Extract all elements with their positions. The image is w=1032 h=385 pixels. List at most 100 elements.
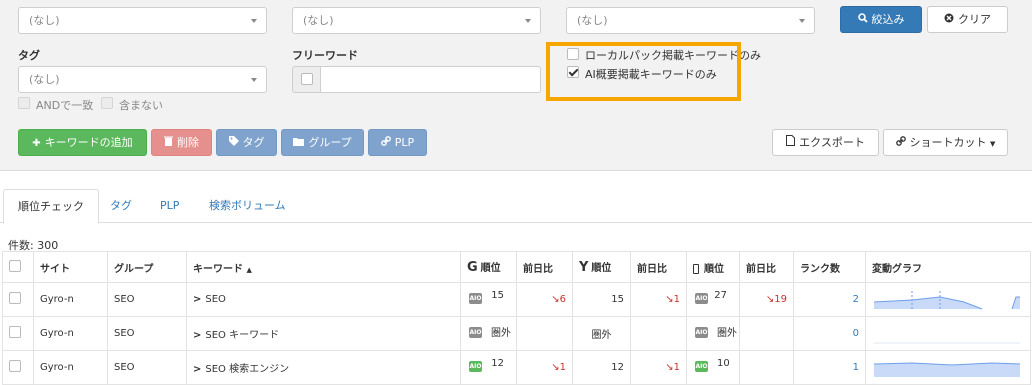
file-icon <box>786 131 796 156</box>
ai-overview-badge: AIO <box>695 327 708 338</box>
row-google-prev: ↘1 <box>516 350 573 385</box>
tab-search-volume[interactable]: 検索ボリューム <box>195 189 300 223</box>
mobile-rank-value: 10 <box>717 358 730 369</box>
tab-rank-check[interactable]: 順位チェック <box>3 189 99 224</box>
filter-panel: (なし) (なし) (なし) 絞込み クリア タグ (なし) フリーワード ロー… <box>0 0 1032 171</box>
mobile-icon <box>693 263 699 274</box>
row-rank-count[interactable]: 0 <box>793 316 866 351</box>
row-graph <box>865 282 1031 317</box>
add-keyword-button[interactable]: ✚ キーワードの追加 <box>18 129 147 156</box>
col-mobile-prev[interactable]: 前日比 <box>739 251 794 283</box>
row-mobile-rank: AIO 10 <box>686 350 740 385</box>
plp-button[interactable]: PLP <box>368 129 427 156</box>
site-select-value: (なし) <box>29 14 60 27</box>
row-keyword-text: SEO キーワード <box>205 330 280 341</box>
row-group: SEO <box>107 350 187 385</box>
chevron-down-icon <box>525 19 531 23</box>
link-icon <box>895 131 906 156</box>
row-keyword-text: SEO 検索エンジン <box>205 364 290 375</box>
tag-label: タグ <box>18 49 40 62</box>
clear-button-label: クリア <box>958 13 991 26</box>
tab-tag[interactable]: タグ <box>96 189 146 223</box>
tag-button-label: タグ <box>242 136 265 149</box>
table-row[interactable]: Gyro-n SEO > SEO 検索エンジン AIO 12 ↘1 12 ↘1 AI… <box>2 350 1031 385</box>
row-rank-count[interactable]: 1 <box>793 350 866 385</box>
tag-icon <box>228 131 239 156</box>
col-keyword[interactable]: キーワード ▲ <box>186 251 461 283</box>
row-keyword[interactable]: > SEO キーワード <box>186 316 461 351</box>
chevron-down-icon <box>799 19 805 23</box>
google-rank-value: 15 <box>491 290 504 301</box>
and-match-checkbox[interactable] <box>18 97 30 109</box>
search-button[interactable]: 絞込み <box>840 6 922 33</box>
delete-label: 削除 <box>177 136 199 149</box>
row-checkbox[interactable] <box>9 360 21 372</box>
group-select[interactable]: (なし) <box>292 7 541 34</box>
table-row[interactable]: Gyro-n SEO > SEO AIO 15 ↘6 15 ↘1 AIO 27 ↘19… <box>2 282 1031 317</box>
ai-overview-badge: AIO <box>469 361 482 372</box>
mobile-rank-value: 27 <box>714 290 727 301</box>
row-google-rank: AIO 12 <box>460 350 517 385</box>
row-keyword[interactable]: > SEO 検索エンジン <box>186 350 461 385</box>
row-checkbox[interactable] <box>9 326 21 338</box>
google-rank-value: 12 <box>491 358 504 369</box>
row-google-rank: AIO 15 <box>460 282 517 317</box>
col-rank-count[interactable]: ランク数 <box>793 251 866 283</box>
row-google-rank: AIO 圏外 <box>460 316 517 351</box>
row-mobile-prev: ↘19 <box>739 282 794 317</box>
chevron-down-icon <box>251 78 257 82</box>
table-row[interactable]: Gyro-n SEO > SEO キーワード AIO 圏外 圏外 AIO 圏外 0 <box>2 316 1031 351</box>
row-keyword-text: SEO <box>205 294 226 305</box>
select-all-checkbox[interactable] <box>9 259 21 272</box>
engine-select[interactable]: (なし) <box>566 7 815 34</box>
col-group[interactable]: グループ <box>107 251 187 283</box>
trash-icon <box>164 131 173 156</box>
row-site: Gyro-n <box>33 316 108 351</box>
col-yahoo-rank-label: 順位 <box>591 263 612 274</box>
plp-button-label: PLP <box>394 136 415 149</box>
mobile-rank-value: 圏外 <box>717 328 737 339</box>
sort-asc-icon: ▲ <box>246 265 252 274</box>
row-yahoo-prev: ↘1 <box>630 350 687 385</box>
freeword-input[interactable] <box>320 66 541 93</box>
sparkline-chart <box>873 290 1020 310</box>
row-yahoo-prev <box>630 316 687 351</box>
clear-button[interactable]: クリア <box>927 6 1008 33</box>
and-match-label: ANDで一致 <box>36 99 94 112</box>
close-circle-icon <box>944 8 954 33</box>
site-select[interactable]: (なし) <box>18 7 267 34</box>
sparkline-chart <box>873 361 1021 377</box>
freeword-label: フリーワード <box>292 49 358 62</box>
row-mobile-prev <box>739 316 794 351</box>
google-rank-value: 圏外 <box>491 328 511 339</box>
add-keyword-label: キーワードの追加 <box>44 136 133 149</box>
col-graph: 変動グラフ <box>865 251 1031 283</box>
ai-overview-badge: AIO <box>469 293 482 304</box>
keyword-table: サイト グループ キーワード ▲ G 順位 前日比 Y 順位 前日比 順位 前日比 … <box>2 251 1031 385</box>
exclude-checkbox[interactable] <box>101 97 113 109</box>
export-button-label: エクスポート <box>799 136 865 149</box>
col-google-prev[interactable]: 前日比 <box>516 251 573 283</box>
col-keyword-label: キーワード <box>193 263 243 275</box>
export-button[interactable]: エクスポート <box>772 129 879 156</box>
tag-select[interactable]: (なし) <box>18 66 267 93</box>
plus-icon: ✚ <box>32 138 41 149</box>
tab-plp[interactable]: PLP <box>146 189 193 223</box>
col-yahoo-prev[interactable]: 前日比 <box>630 251 687 283</box>
search-button-label: 絞込み <box>871 13 905 26</box>
row-site: Gyro-n <box>33 350 108 385</box>
row-checkbox[interactable] <box>9 292 21 304</box>
shortcut-button[interactable]: ショートカット ▼ <box>883 129 1008 156</box>
col-google-rank[interactable]: G 順位 <box>460 251 517 283</box>
row-keyword[interactable]: > SEO <box>186 282 461 317</box>
col-yahoo-rank[interactable]: Y 順位 <box>572 251 631 283</box>
col-mobile-rank[interactable]: 順位 <box>686 251 740 283</box>
row-rank-count[interactable]: 2 <box>793 282 866 317</box>
delete-button[interactable]: 削除 <box>151 129 212 156</box>
tag-button[interactable]: タグ <box>216 129 277 156</box>
row-group: SEO <box>107 282 187 317</box>
group-button[interactable]: グループ <box>281 129 364 156</box>
freeword-checkbox[interactable] <box>301 73 313 85</box>
sparkline-chart <box>874 342 1020 343</box>
col-site[interactable]: サイト <box>33 251 108 283</box>
